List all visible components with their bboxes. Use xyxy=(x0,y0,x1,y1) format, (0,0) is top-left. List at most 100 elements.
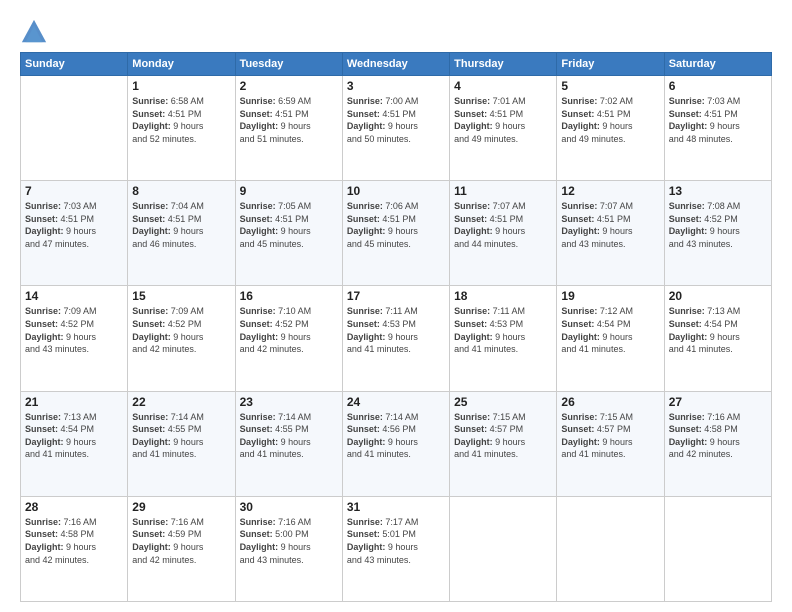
calendar: SundayMondayTuesdayWednesdayThursdayFrid… xyxy=(20,52,772,602)
day-cell: 16 Sunrise: 7:10 AMSunset: 4:52 PMDayligh… xyxy=(235,286,342,391)
day-info: Sunrise: 7:16 AMSunset: 4:58 PMDaylight:… xyxy=(669,411,767,461)
day-number: 16 xyxy=(240,289,338,303)
day-info: Sunrise: 7:05 AMSunset: 4:51 PMDaylight:… xyxy=(240,200,338,250)
day-number: 7 xyxy=(25,184,123,198)
day-number: 10 xyxy=(347,184,445,198)
day-number: 22 xyxy=(132,395,230,409)
day-cell: 13 Sunrise: 7:08 AMSunset: 4:52 PMDayligh… xyxy=(664,181,771,286)
day-info: Sunrise: 7:12 AMSunset: 4:54 PMDaylight:… xyxy=(561,305,659,355)
day-cell: 19 Sunrise: 7:12 AMSunset: 4:54 PMDayligh… xyxy=(557,286,664,391)
day-info: Sunrise: 7:09 AMSunset: 4:52 PMDaylight:… xyxy=(132,305,230,355)
day-cell: 21Sunrise: 7:13 AMSunset: 4:54 PMDayligh… xyxy=(21,391,128,496)
day-cell: 5Sunrise: 7:02 AMSunset: 4:51 PMDaylight… xyxy=(557,76,664,181)
day-number: 4 xyxy=(454,79,552,93)
day-cell: 25 Sunrise: 7:15 AMSunset: 4:57 PMDayligh… xyxy=(450,391,557,496)
weekday-monday: Monday xyxy=(128,53,235,76)
day-info: Sunrise: 7:10 AMSunset: 4:52 PMDaylight:… xyxy=(240,305,338,355)
weekday-thursday: Thursday xyxy=(450,53,557,76)
weekday-wednesday: Wednesday xyxy=(342,53,449,76)
day-info: Sunrise: 6:59 AMSunset: 4:51 PMDaylight:… xyxy=(240,95,338,145)
day-info: Sunrise: 7:17 AMSunset: 5:01 PMDaylight:… xyxy=(347,516,445,566)
day-info: Sunrise: 7:16 AMSunset: 4:58 PMDaylight:… xyxy=(25,516,123,566)
day-info: Sunrise: 6:58 AMSunset: 4:51 PMDaylight:… xyxy=(132,95,230,145)
day-cell: 15 Sunrise: 7:09 AMSunset: 4:52 PMDayligh… xyxy=(128,286,235,391)
day-info: Sunrise: 7:07 AMSunset: 4:51 PMDaylight:… xyxy=(454,200,552,250)
day-cell: 27 Sunrise: 7:16 AMSunset: 4:58 PMDayligh… xyxy=(664,391,771,496)
day-number: 18 xyxy=(454,289,552,303)
day-cell: 11 Sunrise: 7:07 AMSunset: 4:51 PMDayligh… xyxy=(450,181,557,286)
day-info: Sunrise: 7:14 AMSunset: 4:55 PMDaylight:… xyxy=(132,411,230,461)
header xyxy=(20,18,772,46)
day-cell: 26 Sunrise: 7:15 AMSunset: 4:57 PMDayligh… xyxy=(557,391,664,496)
week-row-2: 7 Sunrise: 7:03 AMSunset: 4:51 PMDaylight… xyxy=(21,181,772,286)
weekday-sunday: Sunday xyxy=(21,53,128,76)
day-cell xyxy=(21,76,128,181)
day-cell: 14 Sunrise: 7:09 AMSunset: 4:52 PMDayligh… xyxy=(21,286,128,391)
day-info: Sunrise: 7:14 AMSunset: 4:56 PMDaylight:… xyxy=(347,411,445,461)
day-number: 6 xyxy=(669,79,767,93)
day-number: 3 xyxy=(347,79,445,93)
day-cell: 1 Sunrise: 6:58 AMSunset: 4:51 PMDaylight… xyxy=(128,76,235,181)
day-cell: 23 Sunrise: 7:14 AMSunset: 4:55 PMDayligh… xyxy=(235,391,342,496)
day-number: 24 xyxy=(347,395,445,409)
page: SundayMondayTuesdayWednesdayThursdayFrid… xyxy=(0,0,792,612)
day-number: 19 xyxy=(561,289,659,303)
day-number: 26 xyxy=(561,395,659,409)
day-cell: 20Sunrise: 7:13 AMSunset: 4:54 PMDayligh… xyxy=(664,286,771,391)
week-row-3: 14 Sunrise: 7:09 AMSunset: 4:52 PMDayligh… xyxy=(21,286,772,391)
day-cell: 12Sunrise: 7:07 AMSunset: 4:51 PMDayligh… xyxy=(557,181,664,286)
day-cell: 10Sunrise: 7:06 AMSunset: 4:51 PMDayligh… xyxy=(342,181,449,286)
day-cell: 8Sunrise: 7:04 AMSunset: 4:51 PMDaylight… xyxy=(128,181,235,286)
day-info: Sunrise: 7:16 AMSunset: 5:00 PMDaylight:… xyxy=(240,516,338,566)
day-info: Sunrise: 7:13 AMSunset: 4:54 PMDaylight:… xyxy=(669,305,767,355)
weekday-saturday: Saturday xyxy=(664,53,771,76)
day-info: Sunrise: 7:01 AMSunset: 4:51 PMDaylight:… xyxy=(454,95,552,145)
day-info: Sunrise: 7:15 AMSunset: 4:57 PMDaylight:… xyxy=(561,411,659,461)
day-number: 30 xyxy=(240,500,338,514)
week-row-4: 21Sunrise: 7:13 AMSunset: 4:54 PMDayligh… xyxy=(21,391,772,496)
day-info: Sunrise: 7:14 AMSunset: 4:55 PMDaylight:… xyxy=(240,411,338,461)
day-cell: 3 Sunrise: 7:00 AMSunset: 4:51 PMDaylight… xyxy=(342,76,449,181)
day-info: Sunrise: 7:16 AMSunset: 4:59 PMDaylight:… xyxy=(132,516,230,566)
weekday-header-row: SundayMondayTuesdayWednesdayThursdayFrid… xyxy=(21,53,772,76)
day-number: 13 xyxy=(669,184,767,198)
day-cell: 22 Sunrise: 7:14 AMSunset: 4:55 PMDayligh… xyxy=(128,391,235,496)
logo-icon xyxy=(20,18,48,46)
day-cell: 31 Sunrise: 7:17 AMSunset: 5:01 PMDayligh… xyxy=(342,496,449,601)
day-cell: 7 Sunrise: 7:03 AMSunset: 4:51 PMDaylight… xyxy=(21,181,128,286)
day-info: Sunrise: 7:09 AMSunset: 4:52 PMDaylight:… xyxy=(25,305,123,355)
day-info: Sunrise: 7:11 AMSunset: 4:53 PMDaylight:… xyxy=(347,305,445,355)
day-cell: 4 Sunrise: 7:01 AMSunset: 4:51 PMDaylight… xyxy=(450,76,557,181)
day-info: Sunrise: 7:02 AMSunset: 4:51 PMDaylight:… xyxy=(561,95,659,145)
day-number: 27 xyxy=(669,395,767,409)
day-number: 29 xyxy=(132,500,230,514)
day-number: 25 xyxy=(454,395,552,409)
day-cell: 18 Sunrise: 7:11 AMSunset: 4:53 PMDayligh… xyxy=(450,286,557,391)
weekday-friday: Friday xyxy=(557,53,664,76)
day-info: Sunrise: 7:15 AMSunset: 4:57 PMDaylight:… xyxy=(454,411,552,461)
day-number: 9 xyxy=(240,184,338,198)
day-info: Sunrise: 7:08 AMSunset: 4:52 PMDaylight:… xyxy=(669,200,767,250)
day-number: 15 xyxy=(132,289,230,303)
day-info: Sunrise: 7:11 AMSunset: 4:53 PMDaylight:… xyxy=(454,305,552,355)
day-cell: 30 Sunrise: 7:16 AMSunset: 5:00 PMDayligh… xyxy=(235,496,342,601)
day-info: Sunrise: 7:07 AMSunset: 4:51 PMDaylight:… xyxy=(561,200,659,250)
day-number: 1 xyxy=(132,79,230,93)
day-cell xyxy=(557,496,664,601)
day-number: 31 xyxy=(347,500,445,514)
day-cell: 28Sunrise: 7:16 AMSunset: 4:58 PMDayligh… xyxy=(21,496,128,601)
day-cell: 9 Sunrise: 7:05 AMSunset: 4:51 PMDaylight… xyxy=(235,181,342,286)
day-cell: 2 Sunrise: 6:59 AMSunset: 4:51 PMDaylight… xyxy=(235,76,342,181)
day-cell: 17 Sunrise: 7:11 AMSunset: 4:53 PMDayligh… xyxy=(342,286,449,391)
day-info: Sunrise: 7:00 AMSunset: 4:51 PMDaylight:… xyxy=(347,95,445,145)
day-cell: 29 Sunrise: 7:16 AMSunset: 4:59 PMDayligh… xyxy=(128,496,235,601)
day-info: Sunrise: 7:03 AMSunset: 4:51 PMDaylight:… xyxy=(669,95,767,145)
day-number: 2 xyxy=(240,79,338,93)
day-number: 17 xyxy=(347,289,445,303)
day-number: 14 xyxy=(25,289,123,303)
week-row-1: 1 Sunrise: 6:58 AMSunset: 4:51 PMDaylight… xyxy=(21,76,772,181)
day-info: Sunrise: 7:03 AMSunset: 4:51 PMDaylight:… xyxy=(25,200,123,250)
weekday-tuesday: Tuesday xyxy=(235,53,342,76)
day-number: 11 xyxy=(454,184,552,198)
day-number: 23 xyxy=(240,395,338,409)
